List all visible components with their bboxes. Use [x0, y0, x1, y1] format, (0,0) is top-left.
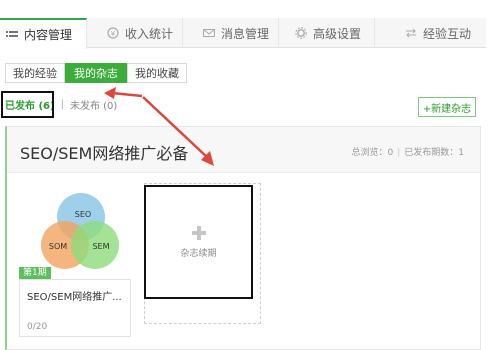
issue-info: SEO/SEM网络推广... 0/20 — [19, 279, 131, 337]
main-tab-bar: 内容管理 ¥ 收入统计 消息管理 高级设置 经验互动 — [0, 18, 486, 49]
venn-label-som: SOM — [49, 242, 67, 251]
tab-advanced-settings[interactable]: 高级设置 — [279, 18, 375, 48]
new-magazine-button[interactable]: +新建杂志 — [418, 97, 476, 117]
svg-text:¥: ¥ — [111, 30, 116, 38]
magazine-subtabs: 我的经验 我的杂志 我的收藏 — [5, 63, 187, 83]
swap-icon — [405, 27, 417, 39]
stats-divider: | — [397, 148, 401, 158]
venn-label-seo: SEO — [75, 210, 91, 219]
annotation-arrow-to-status — [111, 91, 143, 98]
tab-label: 消息管理 — [221, 26, 270, 41]
magazine-header: SEO/SEM网络推广必备 总浏览：0 | 已发布期数：1 — [7, 127, 480, 173]
filter-divider: | — [60, 99, 64, 110]
gear-icon — [295, 27, 307, 39]
tab-label: 高级设置 — [313, 26, 362, 41]
tab-message-management[interactable]: 消息管理 — [183, 18, 279, 48]
plus-icon — [191, 225, 206, 240]
magazine-title[interactable]: SEO/SEM网络推广必备 — [20, 140, 188, 164]
subtab-my-magazines[interactable]: 我的杂志 — [65, 63, 127, 83]
tab-experience-interaction[interactable]: 经验互动 — [375, 18, 486, 48]
annotation-highlight-box — [1, 91, 54, 118]
issue-number-badge: 第1期 — [19, 267, 51, 279]
unpublished-filter[interactable]: 未发布 (0) — [70, 97, 117, 112]
tab-label: 内容管理 — [24, 28, 73, 42]
add-issue-button[interactable]: 杂志续期 — [144, 185, 253, 299]
issue-title[interactable]: SEO/SEM网络推广... — [27, 288, 122, 303]
tab-income-stats[interactable]: ¥ 收入统计 — [87, 18, 183, 48]
issue-cover-venn-diagram: SEO SOM SEM — [41, 193, 119, 269]
add-issue-label: 杂志续期 — [180, 248, 217, 259]
list-icon — [6, 29, 18, 41]
subtab-my-experience[interactable]: 我的经验 — [5, 63, 65, 83]
tab-label: 经验互动 — [423, 26, 472, 41]
mail-icon — [203, 27, 215, 39]
coin-icon: ¥ — [107, 27, 119, 39]
total-views: 总浏览：0 — [351, 148, 394, 158]
tab-content-management[interactable]: 内容管理 — [0, 18, 87, 49]
issue-card[interactable]: SEO SOM SEM 第1期 SEO/SEM网络推广... 0/20 — [15, 187, 131, 337]
venn-label-sem: SEM — [92, 242, 109, 251]
published-issue-count: 已发布期数：1 — [404, 148, 464, 158]
magazine-stats: 总浏览：0 | 已发布期数：1 — [351, 145, 464, 158]
subtab-my-favorites[interactable]: 我的收藏 — [127, 63, 187, 83]
tab-label: 收入统计 — [125, 26, 174, 41]
issue-article-count: 0/20 — [27, 322, 48, 332]
